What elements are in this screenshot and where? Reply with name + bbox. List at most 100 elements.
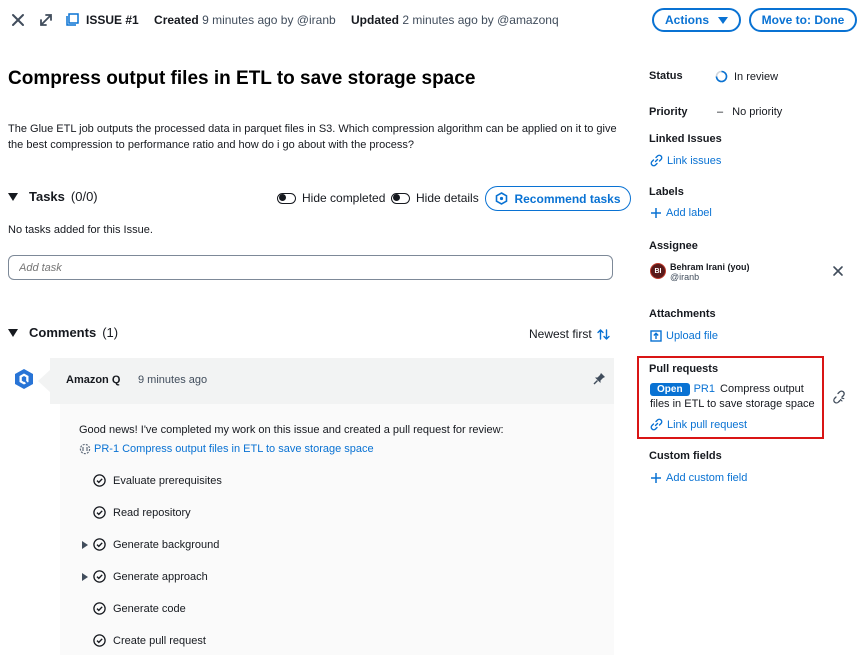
- created-label: Created: [154, 13, 199, 27]
- status-label: Status: [649, 70, 683, 82]
- collapse-triangle-icon: [8, 328, 18, 337]
- comments-section-toggle[interactable]: Comments (1): [8, 325, 118, 340]
- link-issues-label: Link issues: [667, 154, 722, 167]
- avatar: BI: [650, 263, 666, 279]
- plus-icon: [651, 473, 661, 483]
- check-circle-icon: [93, 602, 106, 615]
- recommend-tasks-label: Recommend tasks: [514, 191, 621, 206]
- step-item: Create pull request: [82, 634, 206, 647]
- attachments-label: Attachments: [649, 308, 716, 320]
- updated-label: Updated: [351, 13, 400, 27]
- unlink-icon[interactable]: [832, 390, 846, 404]
- caret-down-icon: [718, 16, 728, 24]
- link-pull-request-link[interactable]: Link pull request: [650, 418, 747, 431]
- link-pull-request-label: Link pull request: [667, 418, 748, 431]
- pull-requests-label: Pull requests: [649, 363, 719, 375]
- step-item: Evaluate prerequisites: [82, 474, 222, 487]
- comment-author: Amazon Q: [66, 374, 121, 386]
- upload-file-link[interactable]: Upload file: [650, 330, 718, 342]
- step-label: Generate code: [113, 602, 186, 615]
- issue-description: The Glue ETL job outputs the processed d…: [8, 123, 617, 151]
- amazon-q-avatar-icon: [15, 369, 33, 389]
- close-icon[interactable]: [9, 11, 27, 29]
- add-label-link[interactable]: Add label: [650, 207, 712, 219]
- check-circle-icon: [93, 474, 106, 487]
- collapse-triangle-icon: [8, 192, 18, 201]
- comment-pr-label: PR-1 Compress output files in ETL to sav…: [94, 443, 374, 455]
- step-item-expandable[interactable]: Generate approach: [82, 570, 208, 583]
- add-custom-field-link[interactable]: Add custom field: [650, 472, 747, 484]
- hide-details-toggle[interactable]: Hide details: [391, 191, 479, 205]
- status-dropdown[interactable]: In review: [715, 70, 778, 83]
- hide-completed-toggle[interactable]: Hide completed: [277, 191, 385, 205]
- status-value: In review: [734, 70, 779, 83]
- plus-icon: [651, 208, 661, 218]
- tasks-heading: Tasks: [29, 189, 65, 204]
- updated-value: 2 minutes ago by @amazonq: [402, 13, 559, 27]
- assignee-label: Assignee: [649, 240, 698, 252]
- comments-count: (1): [102, 325, 119, 340]
- expand-triangle-icon[interactable]: [82, 572, 88, 581]
- link-issues-link[interactable]: Link issues: [650, 154, 721, 167]
- link-icon: [650, 154, 663, 167]
- comment-pr-link[interactable]: PR-1 Compress output files in ETL to sav…: [79, 443, 374, 455]
- labels-label: Labels: [649, 186, 684, 198]
- priority-value: No priority: [732, 106, 783, 118]
- top-bar: ISSUE #1 Created 9 minutes ago by @iranb…: [0, 0, 857, 40]
- tasks-count: (0/0): [70, 189, 98, 204]
- assignee-handle: @iranb: [670, 272, 700, 282]
- priority-label: Priority: [649, 106, 688, 118]
- step-item: Generate code: [82, 602, 186, 615]
- comment-time: 9 minutes ago: [138, 374, 208, 386]
- hide-details-label: Hide details: [416, 191, 479, 205]
- step-label: Read repository: [113, 506, 191, 519]
- check-circle-icon: [93, 538, 106, 551]
- hide-completed-label: Hide completed: [302, 191, 386, 205]
- pr-id[interactable]: PR1: [694, 383, 715, 395]
- no-tasks-text: No tasks added for this Issue.: [8, 224, 153, 236]
- recommend-tasks-button[interactable]: Recommend tasks: [485, 186, 631, 211]
- actions-button[interactable]: Actions: [652, 8, 741, 32]
- assignee-item: BI Behram Irani (you) @iranb: [650, 262, 750, 282]
- toggle-switch-icon: [391, 192, 410, 204]
- created-value: 9 minutes ago by @iranb: [202, 13, 336, 27]
- add-task-input[interactable]: [8, 255, 613, 280]
- link-icon: [650, 418, 663, 431]
- linked-issues-label: Linked Issues: [649, 133, 722, 145]
- issue-meta: ISSUE #1 Created 9 minutes ago by @iranb…: [86, 13, 559, 27]
- tasks-section-toggle[interactable]: Tasks (0/0): [8, 189, 98, 204]
- comments-heading: Comments: [29, 325, 97, 340]
- pull-request-icon: [79, 443, 91, 455]
- step-label: Create pull request: [113, 634, 206, 647]
- check-circle-icon: [93, 634, 106, 647]
- check-circle-icon: [93, 506, 106, 519]
- remove-assignee-icon[interactable]: [832, 265, 844, 277]
- amazon-q-icon: [496, 192, 508, 205]
- priority-dropdown[interactable]: – No priority: [717, 106, 782, 118]
- move-button-label: Move to: Done: [761, 13, 845, 27]
- step-label: Evaluate prerequisites: [113, 474, 222, 487]
- move-to-done-button[interactable]: Move to: Done: [749, 8, 857, 32]
- sort-newest-first[interactable]: Newest first: [529, 327, 610, 341]
- comment-body: Good news! I've completed my work on thi…: [60, 404, 614, 655]
- step-label: Generate approach: [113, 570, 208, 583]
- comment-text: Good news! I've completed my work on thi…: [79, 424, 504, 436]
- add-custom-field-label: Add custom field: [666, 472, 748, 484]
- step-label: Generate background: [113, 538, 220, 551]
- step-item-expandable[interactable]: Generate background: [82, 538, 219, 551]
- pull-request-item[interactable]: Open PR1 Compress output files in ETL to …: [650, 382, 822, 412]
- step-item: Read repository: [82, 506, 191, 519]
- toggle-switch-icon: [277, 192, 296, 204]
- comment-header: Amazon Q 9 minutes ago: [38, 358, 614, 404]
- assignee-name: Behram Irani (you): [670, 262, 750, 272]
- upload-file-label: Upload file: [666, 330, 718, 342]
- actions-button-label: Actions: [664, 13, 709, 27]
- check-circle-icon: [93, 570, 106, 583]
- sort-label: Newest first: [529, 327, 592, 341]
- priority-dash: –: [717, 106, 724, 118]
- pin-icon[interactable]: [593, 372, 606, 385]
- expand-icon[interactable]: [38, 12, 54, 28]
- issue-title: Compress output files in ETL to save sto…: [8, 68, 476, 89]
- expand-triangle-icon[interactable]: [82, 540, 88, 549]
- add-label-text: Add label: [666, 207, 712, 219]
